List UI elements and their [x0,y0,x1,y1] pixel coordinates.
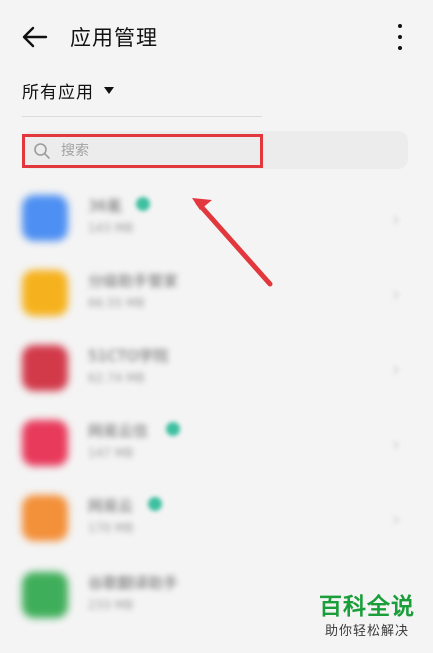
watermark-title: 百科全说 [319,594,415,620]
verified-badge-icon [148,497,162,511]
app-size: 143 MB [88,221,134,235]
chevron-right-icon: › [392,357,400,381]
app-row[interactable]: 51CTO学院 62.74 MB › [0,333,433,403]
app-icon [22,345,68,391]
app-name: 36氪 [88,197,123,215]
watermark-logo: 百科全说 助你轻松解决 [302,592,432,650]
watermark-subtitle: 助你轻松解决 [324,624,409,639]
app-icon [22,420,68,466]
app-name: 网易云 [88,497,134,515]
app-size: 147 MB [88,446,134,460]
app-row[interactable]: 网易云 170 MB › [0,483,433,553]
app-row[interactable]: 分级助手管家 66.55 MB › [0,258,433,328]
app-icon [22,195,68,241]
chevron-right-icon: › [392,432,400,456]
app-size: 233 MB [88,598,134,612]
app-icon [22,270,68,316]
app-size: 66.55 MB [88,296,145,310]
app-name: 分级助手管家 [88,272,179,290]
chevron-right-icon: › [392,207,400,231]
app-row[interactable]: 网易云信 147 MB › [0,408,433,478]
chevron-right-icon: › [392,507,400,531]
app-icon [22,495,68,541]
app-row[interactable]: 36氪 143 MB › [0,183,433,253]
app-name: 51CTO学院 [88,347,169,365]
verified-badge-icon [166,422,180,436]
chevron-right-icon: › [392,282,400,306]
verified-badge-icon [136,197,150,211]
app-size: 170 MB [88,521,134,535]
app-size: 62.74 MB [88,371,145,385]
app-icon [22,572,68,618]
app-name: 网易云信 [88,422,149,440]
app-name: 谷歌翻译助手 [88,574,179,592]
app-list: 36氪 143 MB › 分级助手管家 66.55 MB › 51CTO学院 6… [0,0,433,653]
